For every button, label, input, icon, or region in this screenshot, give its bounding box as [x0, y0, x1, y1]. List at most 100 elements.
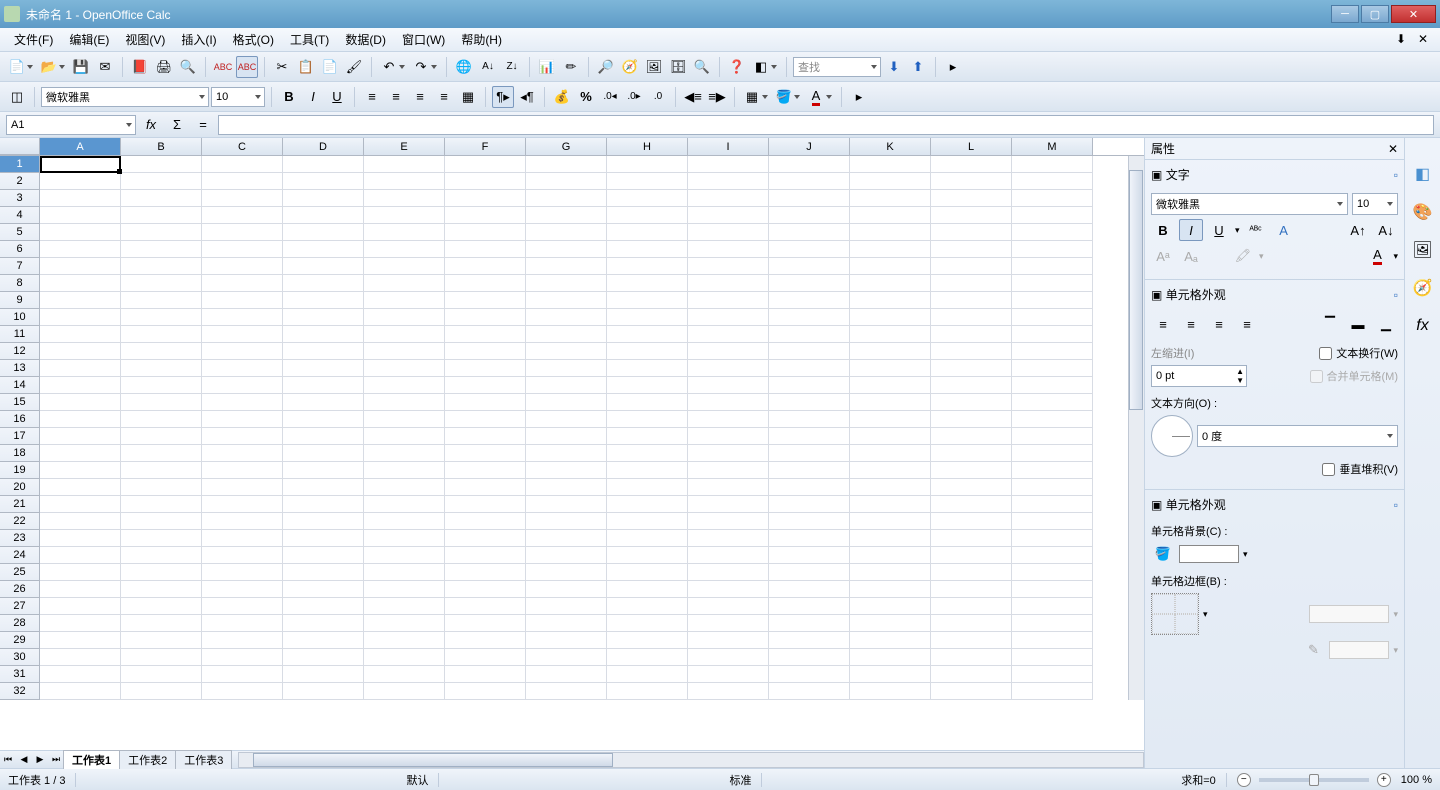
properties-close-icon[interactable]: ✕: [1388, 142, 1398, 156]
more-options-icon[interactable]: ▫: [1394, 168, 1398, 182]
function-button[interactable]: =: [192, 114, 214, 136]
name-box[interactable]: A1: [6, 115, 136, 135]
email-button[interactable]: ✉: [94, 56, 116, 78]
help-button[interactable]: ❓: [726, 56, 748, 78]
auto-spellcheck-button[interactable]: ABC: [236, 56, 258, 78]
find-next-button[interactable]: ⬇: [883, 56, 905, 78]
increase-indent-button[interactable]: ≡▶: [706, 86, 728, 108]
row-header[interactable]: 24: [0, 547, 40, 564]
wrap-text-check[interactable]: 文本换行(W): [1319, 345, 1398, 361]
styles-button[interactable]: ◫: [6, 86, 28, 108]
pp-align-right-button[interactable]: ≡: [1207, 313, 1231, 335]
row-header[interactable]: 20: [0, 479, 40, 496]
column-header[interactable]: D: [283, 138, 364, 155]
rail-properties-icon[interactable]: ◧: [1411, 162, 1435, 186]
find-prev-button[interactable]: ⬆: [907, 56, 929, 78]
align-left-button[interactable]: ≡: [361, 86, 383, 108]
merge-cells-check[interactable]: 合并单元格(M): [1310, 368, 1399, 384]
bg-color-swatch[interactable]: [1179, 545, 1239, 563]
undo-button[interactable]: ↶: [378, 56, 400, 78]
data-sources-button[interactable]: 🗄: [667, 56, 689, 78]
row-header[interactable]: 16: [0, 411, 40, 428]
sum-display[interactable]: 求和=0: [1181, 772, 1216, 788]
select-all-corner[interactable]: [0, 138, 40, 155]
menu-tools[interactable]: 工具(T): [282, 29, 337, 50]
pp-valign-bottom-button[interactable]: ▁: [1374, 313, 1398, 335]
pp-font-name-combo[interactable]: 微软雅黑: [1151, 193, 1348, 215]
toolbar-overflow[interactable]: ▸: [942, 56, 964, 78]
column-header[interactable]: B: [121, 138, 202, 155]
copy-button[interactable]: 📋: [295, 56, 317, 78]
zoom-in-button[interactable]: +: [1377, 773, 1391, 787]
sort-desc-button[interactable]: Z↓: [501, 56, 523, 78]
zoom-slider[interactable]: [1259, 778, 1369, 782]
menu-edit[interactable]: 编辑(E): [61, 29, 117, 50]
row-header[interactable]: 21: [0, 496, 40, 513]
column-header[interactable]: J: [769, 138, 850, 155]
hyperlink-button[interactable]: 🌐: [453, 56, 475, 78]
border-preview[interactable]: [1151, 593, 1199, 635]
show-draw-button[interactable]: ✏: [560, 56, 582, 78]
vertical-stack-check[interactable]: 垂直堆积(V): [1322, 461, 1398, 477]
column-header[interactable]: K: [850, 138, 931, 155]
collapse-icon[interactable]: ▣: [1151, 168, 1162, 182]
row-header[interactable]: 12: [0, 343, 40, 360]
menu-window[interactable]: 窗口(W): [394, 29, 453, 50]
find-replace-button[interactable]: 🔎: [595, 56, 617, 78]
row-header[interactable]: 13: [0, 360, 40, 377]
font-size-combo[interactable]: 10: [211, 87, 265, 107]
ltr-button[interactable]: ¶▸: [492, 86, 514, 108]
row-header[interactable]: 18: [0, 445, 40, 462]
underline-button[interactable]: U: [326, 86, 348, 108]
pp-bold-button[interactable]: B: [1151, 219, 1175, 241]
zoom-value[interactable]: 100 %: [1401, 774, 1432, 786]
pp-shadow-button[interactable]: A: [1272, 219, 1296, 241]
row-header[interactable]: 26: [0, 581, 40, 598]
column-header[interactable]: C: [202, 138, 283, 155]
sum-button[interactable]: Σ: [166, 114, 188, 136]
row-header[interactable]: 19: [0, 462, 40, 479]
row-header[interactable]: 31: [0, 666, 40, 683]
row-header[interactable]: 6: [0, 241, 40, 258]
function-wizard-button[interactable]: fx: [140, 114, 162, 136]
column-header[interactable]: L: [931, 138, 1012, 155]
pp-valign-top-button[interactable]: ▔: [1318, 313, 1342, 335]
more-options-icon[interactable]: ▫: [1394, 498, 1398, 512]
collapse-icon[interactable]: ▣: [1151, 498, 1162, 512]
remove-decimal-button[interactable]: .0▸: [623, 86, 645, 108]
align-justify-button[interactable]: ≡: [433, 86, 455, 108]
extension-button[interactable]: ◧: [750, 56, 772, 78]
column-header[interactable]: F: [445, 138, 526, 155]
menu-insert[interactable]: 插入(I): [173, 29, 224, 50]
column-header[interactable]: M: [1012, 138, 1093, 155]
row-header[interactable]: 8: [0, 275, 40, 292]
menu-data[interactable]: 数据(D): [337, 29, 394, 50]
vertical-scrollbar[interactable]: [1128, 156, 1144, 700]
cut-button[interactable]: ✂: [271, 56, 293, 78]
update-icon[interactable]: ⬇: [1396, 32, 1412, 48]
column-header[interactable]: E: [364, 138, 445, 155]
redo-button[interactable]: ↷: [410, 56, 432, 78]
row-header[interactable]: 5: [0, 224, 40, 241]
row-header[interactable]: 17: [0, 428, 40, 445]
row-header[interactable]: 2: [0, 173, 40, 190]
indent-spinner[interactable]: 0 pt ▲▼: [1151, 365, 1247, 387]
pp-highlight-button[interactable]: 🖍: [1231, 245, 1255, 267]
column-header[interactable]: I: [688, 138, 769, 155]
paste-button[interactable]: 📄: [319, 56, 341, 78]
row-header[interactable]: 9: [0, 292, 40, 309]
decrease-indent-button[interactable]: ◀≡: [682, 86, 704, 108]
gallery-button[interactable]: 🖼: [643, 56, 665, 78]
row-header[interactable]: 25: [0, 564, 40, 581]
spellcheck-button[interactable]: ABC: [212, 56, 234, 78]
save-button[interactable]: 💾: [70, 56, 92, 78]
open-button[interactable]: 📂: [38, 56, 60, 78]
rail-navigator-icon[interactable]: 🧭: [1411, 276, 1435, 300]
font-color-button[interactable]: A: [805, 86, 827, 108]
rail-functions-icon[interactable]: fx: [1411, 314, 1435, 338]
pp-strikethrough-button[interactable]: ᴬᴮᶜ: [1244, 219, 1268, 241]
sort-asc-button[interactable]: A↓: [477, 56, 499, 78]
more-options-icon[interactable]: ▫: [1394, 288, 1398, 302]
add-decimal-button[interactable]: .0◂: [599, 86, 621, 108]
column-header[interactable]: A: [40, 138, 121, 155]
